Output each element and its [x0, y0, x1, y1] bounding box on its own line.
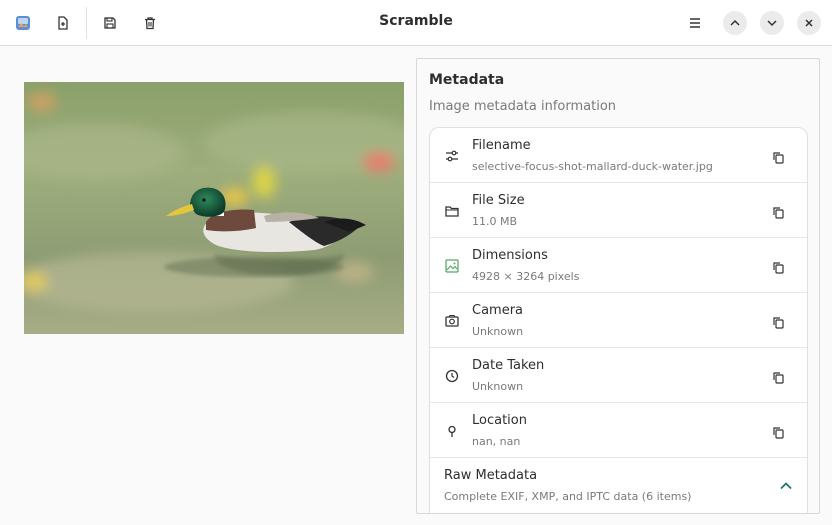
copy-location-button[interactable] — [768, 422, 788, 442]
main-menu-button[interactable] — [680, 8, 710, 38]
metadata-value: nan, nan — [472, 435, 521, 448]
save-button[interactable] — [95, 8, 125, 38]
menu-icon — [690, 18, 700, 28]
metadata-row-camera: Camera Unknown — [430, 293, 807, 348]
metadata-label: Filename — [472, 138, 531, 153]
copy-icon — [772, 206, 784, 219]
copy-file-size-button[interactable] — [768, 202, 788, 222]
raw-metadata-label: Raw Metadata — [444, 468, 538, 483]
metadata-row-date-taken: Date Taken Unknown — [430, 348, 807, 403]
image-preview — [24, 82, 404, 334]
window-title: Scramble — [379, 13, 453, 29]
metadata-value: selective-focus-shot-mallard-duck-water.… — [472, 160, 713, 173]
metadata-row-dimensions: Dimensions 4928 × 3264 pixels — [430, 238, 807, 293]
metadata-value: 4928 × 3264 pixels — [472, 270, 580, 283]
copy-camera-button[interactable] — [768, 312, 788, 332]
copy-icon — [772, 151, 784, 164]
metadata-value: Unknown — [472, 325, 524, 338]
chevron-up-icon — [780, 482, 792, 490]
app-image-button[interactable] — [8, 8, 38, 38]
trash-icon — [145, 17, 155, 30]
camera-icon — [445, 314, 459, 327]
metadata-title: Metadata — [429, 72, 505, 88]
metadata-label: Date Taken — [472, 358, 545, 373]
raw-metadata-expander[interactable]: Raw Metadata Complete EXIF, XMP, and IPT… — [430, 458, 807, 513]
open-file-button[interactable] — [48, 8, 78, 38]
metadata-row-filename: Filename selective-focus-shot-mallard-du… — [430, 128, 807, 183]
open-file-icon — [58, 16, 68, 30]
raw-metadata-description: Complete EXIF, XMP, and IPTC data (6 ite… — [444, 490, 692, 503]
delete-button[interactable] — [135, 8, 165, 38]
folder-icon — [445, 206, 459, 217]
next-image-button[interactable] — [757, 8, 787, 38]
copy-icon — [772, 426, 784, 439]
previous-image-button[interactable] — [720, 8, 750, 38]
image-icon — [445, 259, 459, 273]
copy-filename-button[interactable] — [768, 147, 788, 167]
copy-icon — [772, 261, 784, 274]
metadata-label: Camera — [472, 303, 524, 318]
sliders-icon — [446, 150, 458, 162]
copy-icon — [772, 371, 784, 384]
metadata-label: Dimensions — [472, 248, 548, 263]
copy-dimensions-button[interactable] — [768, 257, 788, 277]
copy-icon — [772, 316, 784, 329]
metadata-panel: Metadata Image metadata information File… — [416, 58, 820, 514]
header-divider — [86, 7, 87, 39]
metadata-label: Location — [472, 413, 527, 428]
metadata-row-location: Location nan, nan — [430, 403, 807, 458]
copy-date-taken-button[interactable] — [768, 367, 788, 387]
mallard-duck-photo — [24, 82, 404, 334]
close-icon — [805, 19, 813, 27]
metadata-label: File Size — [472, 193, 525, 208]
header-bar: Scramble — [0, 0, 832, 46]
metadata-value: 11.0 MB — [472, 215, 518, 228]
close-window-button[interactable] — [794, 8, 824, 38]
chevron-up-icon — [730, 19, 740, 26]
location-pin-icon — [448, 425, 456, 437]
chevron-down-icon — [767, 20, 777, 27]
save-icon — [104, 17, 116, 29]
clock-icon — [445, 369, 459, 383]
metadata-list: Filename selective-focus-shot-mallard-du… — [429, 127, 808, 513]
metadata-subtitle: Image metadata information — [429, 99, 617, 114]
app-image-icon — [16, 16, 30, 30]
metadata-row-file-size: File Size 11.0 MB — [430, 183, 807, 238]
metadata-value: Unknown — [472, 380, 524, 393]
